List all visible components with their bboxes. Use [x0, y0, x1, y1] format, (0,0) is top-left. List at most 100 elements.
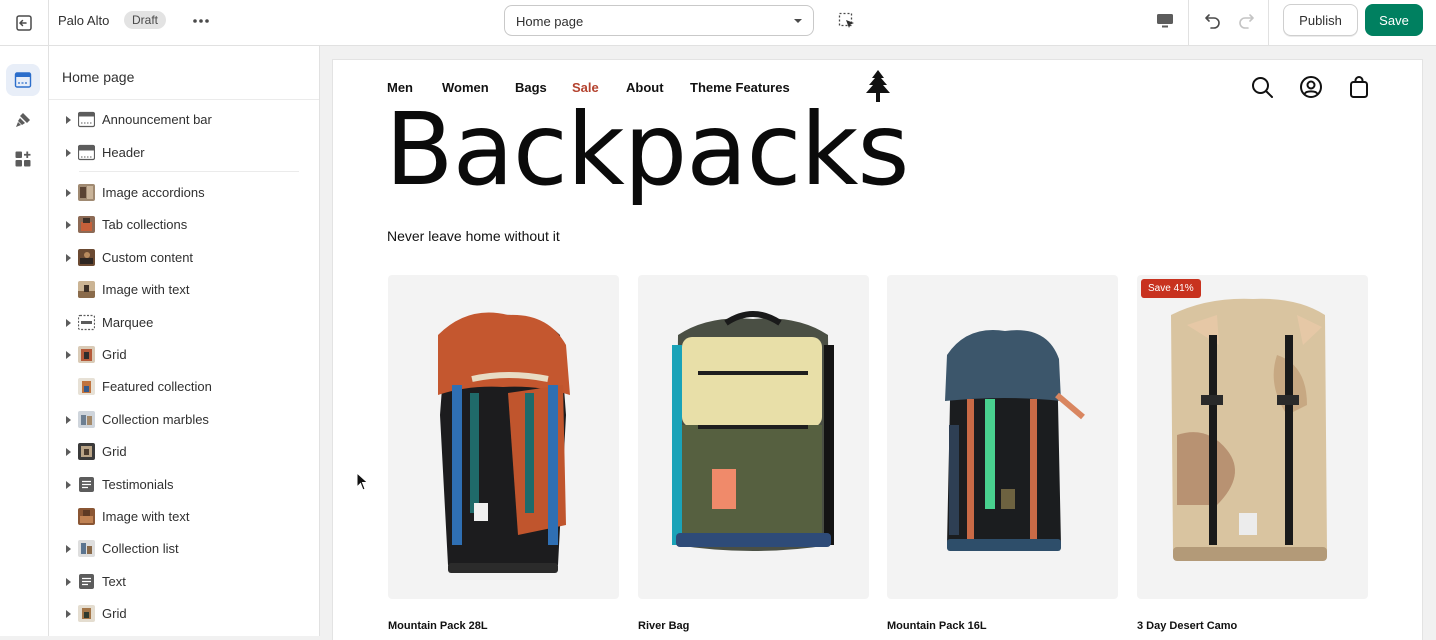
- paintbrush-icon: [16, 113, 30, 127]
- expand-arrow-icon[interactable]: [66, 254, 71, 262]
- page-subtitle: Never leave home without it: [387, 228, 560, 244]
- sidebar-item-grid[interactable]: Grid: [61, 438, 311, 466]
- sidebar-item-label: Custom content: [102, 250, 194, 265]
- more-horizontal-icon: [193, 19, 209, 23]
- backpack-image: [438, 312, 570, 573]
- save-button[interactable]: Save: [1365, 4, 1423, 36]
- desktop-icon: [1157, 14, 1173, 28]
- divider: [49, 99, 319, 100]
- sidebar-item-label: Header: [102, 145, 145, 160]
- expand-arrow-icon[interactable]: [66, 545, 71, 553]
- product-title[interactable]: River Bag: [638, 620, 689, 632]
- sidebar-item-label: Testimonials: [102, 477, 174, 492]
- sidebar-item-testimonials[interactable]: Testimonials: [61, 471, 311, 499]
- select-cursor-icon: [838, 12, 854, 28]
- chevron-down-icon: [794, 19, 802, 23]
- more-actions-button[interactable]: [190, 11, 212, 31]
- divider: [79, 171, 299, 172]
- sidebar-item-label: Grid: [102, 444, 127, 459]
- sidebar-item-label: Collection list: [102, 541, 179, 556]
- sidebar-item-image-with-text[interactable]: Image with text: [61, 503, 311, 531]
- sidebar-item-label: Collection marbles: [102, 412, 209, 427]
- expand-arrow-icon[interactable]: [66, 221, 71, 229]
- sidebar-item-announcement-bar[interactable]: Announcement bar: [61, 106, 311, 134]
- backpack-image: [672, 311, 834, 551]
- page-title: Backpacks: [385, 91, 910, 208]
- image-thumbnail-icon: [78, 378, 95, 395]
- app-embeds-tab[interactable]: [6, 143, 40, 175]
- publish-button[interactable]: Publish: [1283, 4, 1358, 36]
- image-thumbnail-icon: [78, 443, 95, 460]
- editor-topbar: Palo Alto Draft Home page Publish Save: [0, 0, 1436, 46]
- backpack-image: [945, 330, 1085, 551]
- account-icon[interactable]: [1299, 75, 1323, 99]
- sections-sidebar: Home page Announcement bar Header Image …: [49, 46, 320, 636]
- expand-arrow-icon[interactable]: [66, 116, 71, 124]
- sidebar-item-label: Image with text: [102, 282, 190, 297]
- sidebar-item-label: Announcement bar: [102, 112, 212, 127]
- undo-icon: [1205, 14, 1220, 29]
- sidebar-item-marquee[interactable]: Marquee: [61, 309, 311, 337]
- sidebar-item-collection-list[interactable]: Collection list: [61, 535, 311, 563]
- product-title[interactable]: Mountain Pack 28L: [388, 620, 488, 632]
- redo-icon: [1239, 14, 1254, 29]
- expand-arrow-icon[interactable]: [66, 319, 71, 327]
- sidebar-item-collection-marbles[interactable]: Collection marbles: [61, 406, 311, 434]
- sidebar-item-label: Tab collections: [102, 217, 188, 232]
- sections-tab[interactable]: [6, 64, 40, 96]
- sidebar-item-label: Grid: [102, 347, 127, 362]
- toolbar-divider: [1268, 0, 1269, 45]
- inspector-toggle-button[interactable]: [835, 9, 859, 33]
- sale-badge: Save 41%: [1141, 279, 1201, 298]
- text-section-icon: [79, 574, 94, 589]
- expand-arrow-icon[interactable]: [66, 448, 71, 456]
- image-thumbnail-icon: [78, 249, 95, 266]
- device-preview-button[interactable]: [1152, 9, 1178, 33]
- image-thumbnail-icon: [78, 508, 95, 525]
- expand-arrow-icon[interactable]: [66, 578, 71, 586]
- theme-settings-tab[interactable]: [6, 104, 40, 136]
- sidebar-item-label: Grid: [102, 606, 127, 621]
- sidebar-title: Home page: [62, 69, 135, 85]
- image-thumbnail-icon: [78, 184, 95, 201]
- expand-arrow-icon[interactable]: [66, 416, 71, 424]
- sidebar-item-label: Text: [102, 574, 126, 589]
- page-select-value: Home page: [516, 14, 584, 29]
- search-icon[interactable]: [1250, 75, 1274, 99]
- page-select[interactable]: Home page: [504, 5, 814, 36]
- exit-button[interactable]: [0, 0, 49, 45]
- sidebar-item-tab-collections[interactable]: Tab collections: [61, 211, 311, 239]
- expand-arrow-icon[interactable]: [66, 610, 71, 618]
- cart-bag-icon[interactable]: [1347, 75, 1371, 99]
- product-card-image[interactable]: [638, 275, 869, 599]
- sidebar-item-grid[interactable]: Grid: [61, 600, 311, 628]
- redo-button[interactable]: [1233, 8, 1259, 34]
- undo-button[interactable]: [1200, 8, 1226, 34]
- sidebar-item-header[interactable]: Header: [61, 139, 311, 167]
- expand-arrow-icon[interactable]: [66, 351, 71, 359]
- sidebar-item-custom-content[interactable]: Custom content: [61, 244, 311, 272]
- product-title[interactable]: Mountain Pack 16L: [887, 620, 987, 632]
- section-header-icon: [78, 144, 95, 161]
- sidebar-item-image-accordions[interactable]: Image accordions: [61, 179, 311, 207]
- sidebar-item-text[interactable]: Text: [61, 568, 311, 596]
- sidebar-item-label: Image accordions: [102, 185, 205, 200]
- sidebar-item-featured-collection[interactable]: Featured collection: [61, 373, 311, 401]
- image-thumbnail-icon: [78, 346, 95, 363]
- expand-arrow-icon[interactable]: [66, 189, 71, 197]
- expand-arrow-icon[interactable]: [66, 481, 71, 489]
- apps-icon: [15, 151, 31, 167]
- exit-icon: [16, 14, 32, 31]
- sidebar-item-grid[interactable]: Grid: [61, 341, 311, 369]
- product-card-image[interactable]: [388, 275, 619, 599]
- image-thumbnail-icon: [78, 281, 95, 298]
- expand-arrow-icon[interactable]: [66, 149, 71, 157]
- product-card-image[interactable]: Save 41%: [1137, 275, 1368, 599]
- sidebar-item-image-with-text[interactable]: Image with text: [61, 276, 311, 304]
- backpack-image: [1171, 298, 1327, 561]
- section-bar-icon: [78, 111, 95, 128]
- theme-name: Palo Alto: [58, 13, 110, 28]
- product-title[interactable]: 3 Day Desert Camo: [1137, 620, 1237, 632]
- image-thumbnail-icon: [78, 540, 95, 557]
- product-card-image[interactable]: [887, 275, 1118, 599]
